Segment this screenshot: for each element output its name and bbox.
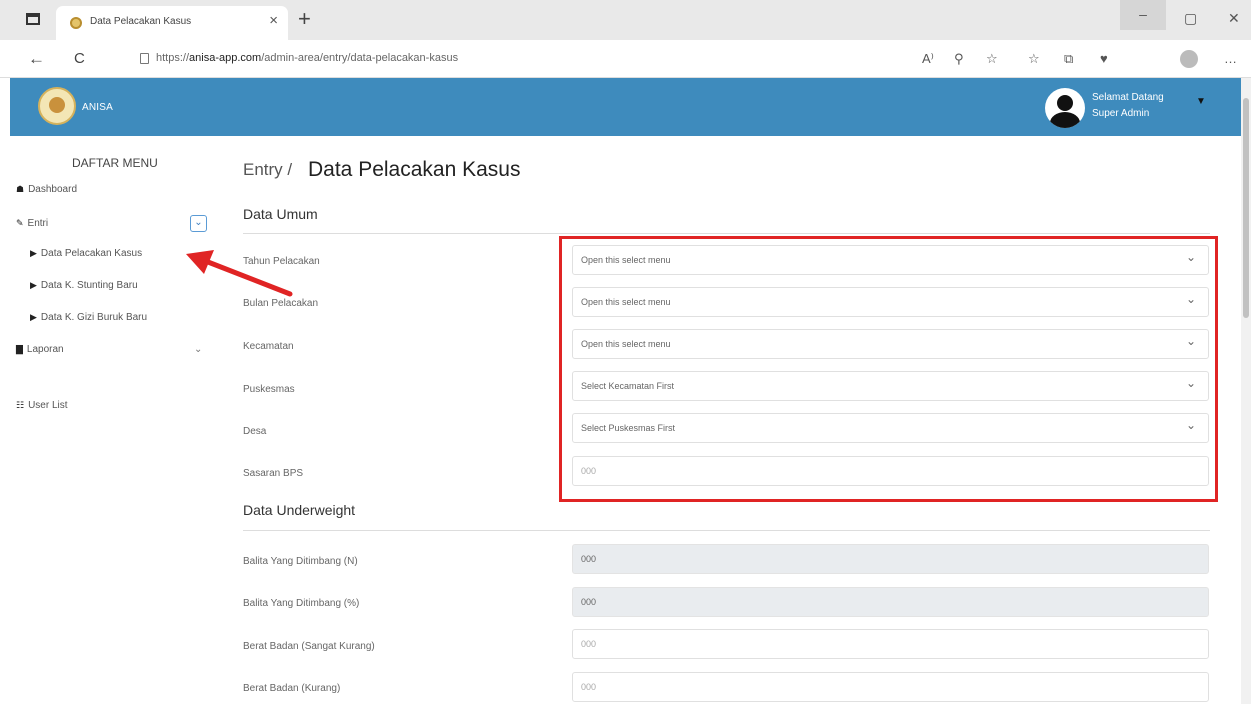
add-favorite-icon[interactable]: ☆ — [986, 51, 998, 67]
close-window-button[interactable]: ✕ — [1228, 10, 1240, 27]
profile-avatar[interactable] — [1180, 50, 1198, 68]
user-dropdown-caret-icon[interactable]: ▼ — [1196, 96, 1206, 107]
balita-ditimbang-persen-field: 000 — [572, 587, 1209, 617]
section-data-umum: Data Umum — [243, 206, 318, 222]
new-tab-button[interactable]: + — [298, 6, 311, 32]
berat-badan-kurang-input[interactable]: 000 — [572, 672, 1209, 702]
url-host: anisa-app.com — [189, 52, 262, 64]
browser-tab[interactable]: Data Pelacakan Kasus × — [56, 6, 288, 40]
read-aloud-icon[interactable]: A⁾ — [922, 51, 934, 67]
label-berat-badan-sangat-kurang: Berat Badan (Sangat Kurang) — [243, 641, 375, 652]
puskesmas-select[interactable]: Select Kecamatan First — [572, 371, 1209, 401]
user-greeting[interactable]: Selamat Datang Super Admin — [1092, 90, 1164, 122]
sidebar-item-dashboard[interactable]: ☗ Dashboard — [16, 184, 77, 195]
menu-title: DAFTAR MENU — [72, 156, 158, 170]
label-tahun-pelacakan: Tahun Pelacakan — [243, 256, 320, 267]
brand-name[interactable]: ANISA — [82, 102, 113, 113]
sidebar-item-user-list[interactable]: ☷ User List — [16, 400, 68, 411]
user-avatar-icon[interactable] — [1045, 88, 1085, 128]
zoom-icon[interactable]: ⚲ — [954, 51, 964, 67]
lock-icon[interactable] — [140, 53, 149, 64]
label-puskesmas: Puskesmas — [243, 384, 295, 395]
favorites-icon[interactable]: ☆ — [1028, 51, 1040, 67]
label-desa: Desa — [243, 426, 267, 437]
app-header: ANISA Selamat Datang Super Admin ▼ — [10, 78, 1241, 136]
minimize-button[interactable]: – — [1120, 0, 1166, 30]
breadcrumb[interactable]: Entry / — [243, 160, 292, 180]
divider — [243, 233, 1210, 234]
sidebar-item-data-k-gizi-buruk-baru[interactable]: ▶ Data K. Gizi Buruk Baru — [30, 312, 147, 323]
document-icon: ▇ — [16, 344, 23, 354]
tahun-pelacakan-select[interactable]: Open this select menu — [572, 245, 1209, 275]
sasaran-bps-input[interactable]: 000 — [572, 456, 1209, 486]
kecamatan-select[interactable]: Open this select menu — [572, 329, 1209, 359]
page-title: Data Pelacakan Kasus — [308, 158, 521, 181]
sidebar-item-entri[interactable]: ✎ Entri — [16, 218, 48, 229]
label-balita-ditimbang-n: Balita Yang Ditimbang (N) — [243, 556, 358, 567]
more-menu-icon[interactable]: … — [1224, 51, 1237, 66]
tab-close-icon[interactable]: × — [269, 12, 278, 29]
users-icon: ☷ — [16, 400, 25, 410]
label-kecamatan: Kecamatan — [243, 341, 294, 352]
url-field[interactable]: https://anisa-app.com/admin-area/entry/d… — [156, 52, 458, 64]
berat-badan-sangat-kurang-input[interactable]: 000 — [572, 629, 1209, 659]
window-menu-icon[interactable] — [26, 13, 40, 25]
sidebar-item-laporan[interactable]: ▇ Laporan — [16, 344, 64, 355]
entri-chevron-icon[interactable]: ⌄ — [190, 215, 207, 232]
sidebar-item-data-pelacakan-kasus[interactable]: ▶ Data Pelacakan Kasus — [30, 248, 142, 259]
restore-button[interactable]: ▢ — [1184, 10, 1197, 27]
favicon-icon — [70, 17, 82, 29]
reload-button[interactable]: C — [74, 50, 85, 67]
page-scrollbar[interactable] — [1241, 78, 1251, 704]
collections-icon[interactable]: ⧉ — [1064, 51, 1073, 67]
anisa-logo[interactable] — [38, 87, 76, 125]
label-balita-ditimbang-persen: Balita Yang Ditimbang (%) — [243, 598, 360, 609]
label-berat-badan-kurang: Berat Badan (Kurang) — [243, 683, 341, 694]
caret-right-icon: ▶ — [30, 248, 37, 258]
label-bulan-pelacakan: Bulan Pelacakan — [243, 298, 319, 309]
sidebar: DAFTAR MENU ☗ Dashboard ✎ Entri ⌄ ▶ Data Pe… — [10, 136, 218, 704]
back-button[interactable]: ← — [28, 49, 45, 69]
balita-ditimbang-n-field: 000 — [572, 544, 1209, 574]
home-icon: ☗ — [16, 184, 25, 194]
caret-right-icon: ▶ — [30, 280, 37, 290]
caret-right-icon: ▶ — [30, 312, 37, 322]
section-data-underweight: Data Underweight — [243, 502, 356, 518]
scrollbar-thumb[interactable] — [1243, 98, 1249, 318]
pencil-icon: ✎ — [16, 218, 24, 228]
sidebar-item-data-k-stunting-baru[interactable]: ▶ Data K. Stunting Baru — [30, 280, 138, 291]
tab-title: Data Pelacakan Kasus — [90, 16, 192, 27]
bulan-pelacakan-select[interactable]: Open this select menu — [572, 287, 1209, 317]
main-content: Entry / Data Pelacakan Kasus Data Umum T… — [218, 136, 1241, 704]
desa-select[interactable]: Select Puskesmas First — [572, 413, 1209, 443]
label-sasaran-bps: Sasaran BPS — [243, 468, 304, 479]
address-bar: ← C https://anisa-app.com/admin-area/ent… — [0, 40, 1251, 78]
divider — [243, 530, 1210, 531]
extension-icon[interactable]: ♥ — [1100, 51, 1108, 66]
laporan-chevron-icon[interactable]: ⌄ — [194, 344, 202, 355]
browser-tab-bar: Data Pelacakan Kasus × + – ▢ ✕ — [0, 0, 1251, 40]
